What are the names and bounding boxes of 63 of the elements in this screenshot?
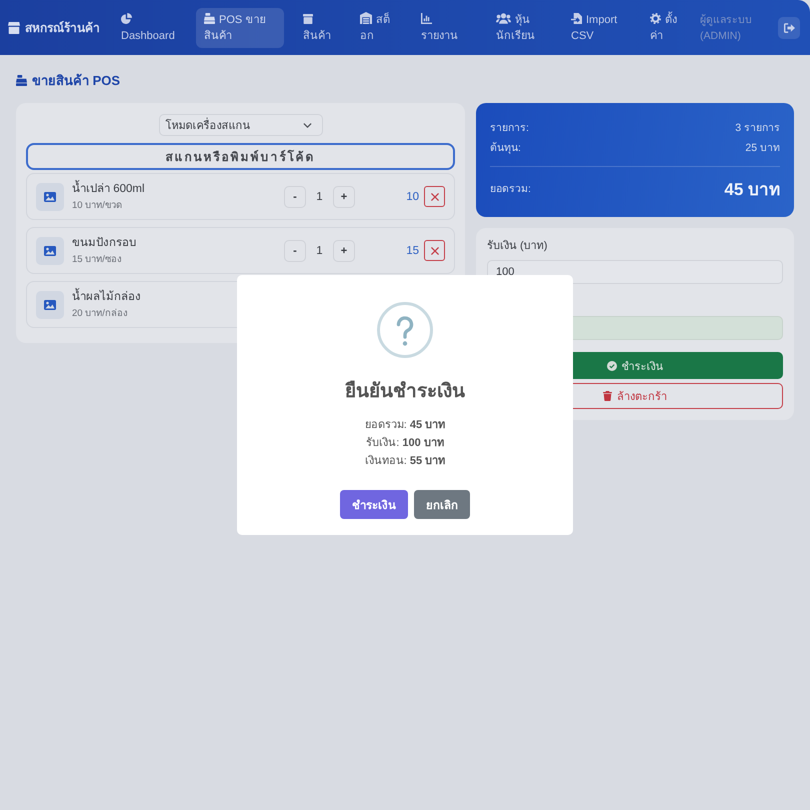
- unit-price: 20 บาท/กล่อง: [72, 306, 128, 320]
- decrease-button[interactable]: -: [284, 186, 306, 208]
- page-title: ขายสินค้า POS: [32, 72, 120, 90]
- summary-value: 25 บาท: [745, 140, 780, 156]
- increase-button[interactable]: +: [333, 240, 355, 262]
- summary-label: รายการ:: [490, 120, 529, 136]
- box-icon: [303, 14, 313, 24]
- increase-button[interactable]: +: [333, 186, 355, 208]
- cash-register-icon: [16, 74, 27, 86]
- decrease-button[interactable]: -: [284, 240, 306, 262]
- cash-register-icon: [204, 12, 215, 24]
- remove-button[interactable]: [424, 240, 445, 261]
- summary-value: 3 รายการ: [735, 120, 780, 136]
- nav-link[interactable]: หุ้นนักเรียน: [488, 8, 552, 48]
- warehouse-icon: [360, 12, 372, 24]
- cancel-button[interactable]: ยกเลิก: [414, 490, 470, 519]
- dialog-summary-line: รับเงิน: 100 บาท: [366, 436, 444, 451]
- trash-icon: [603, 391, 612, 401]
- image-icon: [36, 290, 64, 318]
- users-icon: [496, 12, 511, 24]
- barcode-input[interactable]: สแกนหรือพิมพ์บาร์โค้ด: [26, 143, 455, 170]
- product-name: น้ำเปล่า 600ml: [72, 182, 145, 196]
- product-name: น้ำผลไม้กล่อง: [72, 290, 141, 304]
- bar-chart-icon: [421, 12, 432, 24]
- question-icon: [377, 302, 433, 358]
- close-icon: [430, 246, 438, 254]
- check-circle-icon: [606, 360, 616, 370]
- settings-icon: [650, 12, 661, 24]
- scanner-mode-select[interactable]: โหมดเครื่องสแกน: [158, 114, 322, 136]
- line-total: 10: [405, 190, 419, 202]
- brand-link[interactable]: สหกรณ์ร้านค้า: [8, 18, 100, 37]
- image-icon: [36, 182, 64, 210]
- quantity-value: 1: [315, 190, 324, 202]
- dialog-summary-line: ยอดรวม: 45 บาท: [364, 418, 446, 433]
- received-label: รับเงิน (บาท): [487, 239, 548, 253]
- image-icon: [36, 236, 64, 264]
- unit-price: 15 บาท/ซอง: [72, 252, 122, 266]
- summary-label: ต้นทุน:: [490, 140, 521, 156]
- store-icon: [8, 22, 20, 34]
- close-icon: [430, 192, 438, 200]
- nav-link[interactable]: POS ขายสินค้า: [196, 8, 284, 48]
- dialog-title: ยืนยันชำระเงิน: [345, 380, 465, 404]
- logout-button[interactable]: [778, 16, 800, 38]
- remove-button[interactable]: [424, 186, 445, 207]
- nav-link[interactable]: สินค้า: [295, 8, 341, 48]
- confirm-button[interactable]: ชำระเงิน: [340, 490, 408, 519]
- pie-chart-icon: [121, 12, 132, 24]
- nav-link[interactable]: Import CSV: [563, 8, 631, 48]
- total-label: ยอดรวม:: [490, 182, 531, 196]
- chevron-down-icon: [302, 122, 312, 128]
- product-name: ขนมปังกรอบ: [72, 236, 136, 250]
- logout-icon: [784, 22, 794, 32]
- nav-link[interactable]: รายงาน: [413, 8, 477, 48]
- nav-link[interactable]: สต็อก: [352, 8, 402, 48]
- nav-link[interactable]: Dashboard: [113, 8, 185, 48]
- line-total: 15: [405, 244, 419, 256]
- unit-price: 10 บาท/ขวด: [72, 198, 122, 212]
- total-value: 45 บาท: [724, 178, 780, 200]
- file-import-icon: [571, 12, 582, 24]
- dialog-summary-line: เงินทอน: 55 บาท: [364, 454, 446, 469]
- quantity-value: 1: [315, 244, 324, 256]
- user-role-label: ผู้ดูแลระบบ (ADMIN): [700, 12, 753, 44]
- nav-link[interactable]: ตั้งค่า: [642, 8, 692, 48]
